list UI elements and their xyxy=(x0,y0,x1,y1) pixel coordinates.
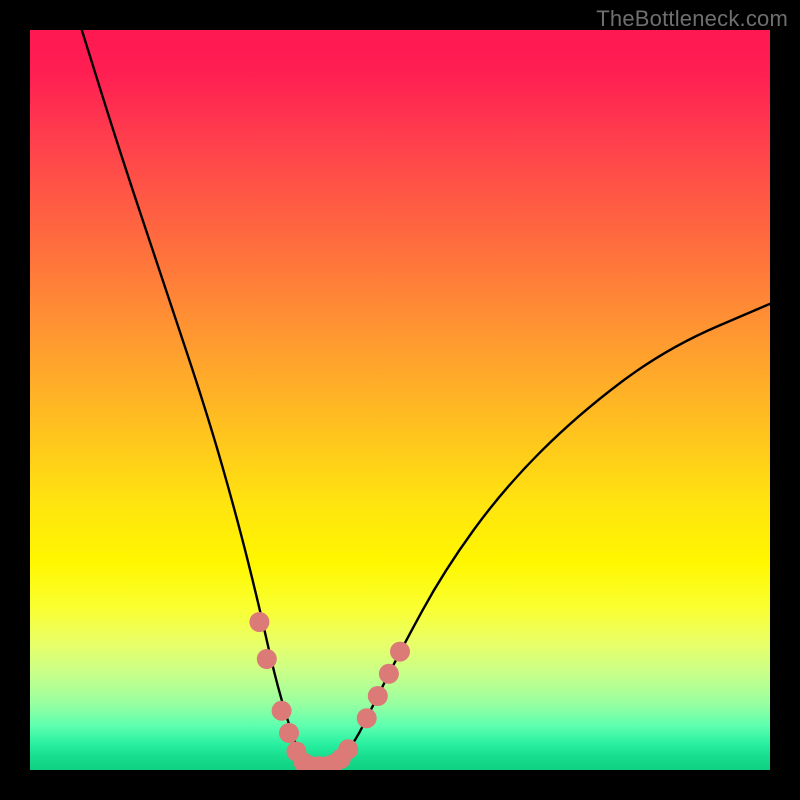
plot-area xyxy=(30,30,770,770)
curve-marker xyxy=(338,739,358,759)
curve-marker xyxy=(357,708,377,728)
marker-group xyxy=(249,612,410,770)
bottleneck-curve-path xyxy=(82,30,770,766)
curve-svg xyxy=(30,30,770,770)
curve-marker xyxy=(390,642,410,662)
curve-marker xyxy=(379,664,399,684)
curve-marker xyxy=(249,612,269,632)
curve-marker xyxy=(368,686,388,706)
curve-marker xyxy=(279,723,299,743)
curve-marker xyxy=(272,701,292,721)
curve-marker xyxy=(257,649,277,669)
chart-frame: TheBottleneck.com xyxy=(0,0,800,800)
watermark-text: TheBottleneck.com xyxy=(596,6,788,32)
